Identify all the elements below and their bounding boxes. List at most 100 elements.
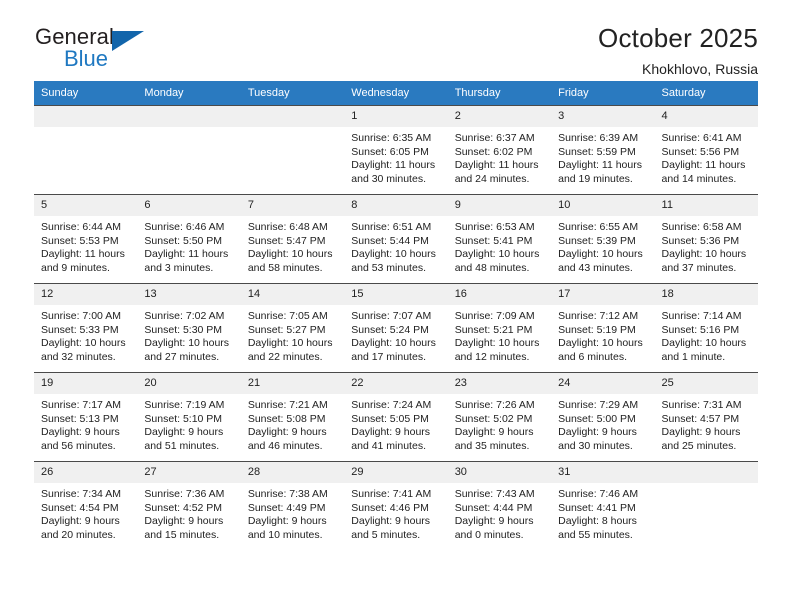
calendar-day-cell[interactable]: 19 Sunrise: 7:17 AM Sunset: 5:13 PM Dayligh…: [34, 372, 138, 462]
sunset-time: Sunset: 4:54 PM: [41, 501, 119, 514]
daylight-duration-line1: Daylight: 10 hours: [247, 248, 333, 261]
calendar-day-cell[interactable]: 20 Sunrise: 7:19 AM Sunset: 5:10 PM Dayligh…: [137, 372, 241, 462]
daylight-duration-line2: and 24 minutes.: [454, 172, 530, 185]
calendar-day-cell[interactable]: 29 Sunrise: 7:41 AM Sunset: 4:46 PM Dayligh…: [344, 461, 448, 551]
sunrise-time: Sunrise: 7:26 AM: [454, 399, 535, 411]
day-cell-content: 19 Sunrise: 7:17 AM Sunset: 5:13 PM Dayligh…: [34, 373, 138, 461]
daylight-duration-line1: Daylight: 9 hours: [351, 426, 431, 439]
location-label: Khokhlovo, Russia: [642, 60, 758, 77]
calendar-day-cell[interactable]: 21 Sunrise: 7:21 AM Sunset: 5:08 PM Dayligh…: [240, 372, 345, 462]
calendar-day-cell[interactable]: 17 Sunrise: 7:12 AM Sunset: 5:19 PM Dayligh…: [551, 283, 655, 373]
calendar-page: General Blue October 2025 Khokhlovo, Rus…: [0, 0, 792, 612]
day-details: Sunrise: 7:02 AM Sunset: 5:30 PM Daylight:…: [137, 305, 240, 364]
calendar-day-cell[interactable]: 10 Sunrise: 6:55 AM Sunset: 5:39 PM Dayligh…: [551, 194, 655, 284]
day-details: Sunrise: 7:05 AM Sunset: 5:27 PM Daylight:…: [241, 305, 344, 364]
day-number: 17: [551, 284, 655, 305]
day-details: Sunrise: 6:41 AM Sunset: 5:56 PM Daylight:…: [655, 127, 758, 186]
sunset-time: Sunset: 5:39 PM: [558, 234, 636, 247]
daylight-duration-line1: Daylight: 10 hours: [144, 337, 230, 350]
sunrise-time: Sunrise: 7:00 AM: [41, 310, 121, 322]
sunrise-time: Sunrise: 6:46 AM: [144, 221, 225, 233]
day-cell-content: 7 Sunrise: 6:48 AM Sunset: 5:47 PM Daylight…: [240, 195, 345, 283]
daylight-duration-line2: and 56 minutes.: [41, 439, 116, 452]
daylight-duration-line2: and 5 minutes.: [351, 528, 421, 541]
calendar-day-cell[interactable]: 3 Sunrise: 6:39 AM Sunset: 5:59 PM Daylight…: [551, 105, 655, 195]
calendar-day-cell[interactable]: 13 Sunrise: 7:02 AM Sunset: 5:30 PM Dayligh…: [137, 283, 241, 373]
sunrise-time: Sunrise: 7:05 AM: [247, 310, 328, 322]
day-number: 29: [344, 462, 448, 483]
sunrise-time: Sunrise: 6:48 AM: [247, 221, 328, 233]
calendar-day-cell[interactable]: 6 Sunrise: 6:46 AM Sunset: 5:50 PM Daylight…: [137, 194, 241, 284]
calendar-day-cell[interactable]: 24 Sunrise: 7:29 AM Sunset: 5:00 PM Dayligh…: [551, 372, 655, 462]
sunset-time: Sunset: 5:53 PM: [41, 234, 119, 247]
calendar-day-cell[interactable]: 1 Sunrise: 6:35 AM Sunset: 6:05 PM Daylight…: [344, 105, 448, 195]
daylight-duration-line2: and 14 minutes.: [661, 172, 737, 185]
day-number: 31: [551, 462, 655, 483]
calendar-day-cell[interactable]: 22 Sunrise: 7:24 AM Sunset: 5:05 PM Dayligh…: [344, 372, 448, 462]
calendar-day-cell[interactable]: 4 Sunrise: 6:41 AM Sunset: 5:56 PM Daylight…: [654, 105, 758, 195]
daylight-duration-line1: Daylight: 9 hours: [41, 426, 120, 439]
calendar-day-cell[interactable]: 9 Sunrise: 6:53 AM Sunset: 5:41 PM Daylight…: [447, 194, 552, 284]
daylight-duration-line1: Daylight: 9 hours: [41, 515, 120, 528]
day-details: Sunrise: 6:48 AM Sunset: 5:47 PM Daylight:…: [241, 216, 344, 275]
day-number: 2: [447, 106, 552, 127]
daylight-duration-line1: Daylight: 10 hours: [454, 248, 540, 261]
calendar-day-cell[interactable]: 18 Sunrise: 7:14 AM Sunset: 5:16 PM Dayligh…: [654, 283, 758, 373]
daylight-duration-line2: and 41 minutes.: [351, 439, 426, 452]
sunrise-time: Sunrise: 7:07 AM: [351, 310, 432, 322]
sunset-time: Sunset: 4:46 PM: [351, 501, 429, 514]
sunrise-time: Sunrise: 6:39 AM: [558, 132, 639, 144]
day-details: Sunrise: 7:43 AM Sunset: 4:44 PM Daylight:…: [448, 483, 551, 542]
day-details: Sunrise: 7:26 AM Sunset: 5:02 PM Daylight:…: [448, 394, 551, 453]
sunset-time: Sunset: 4:52 PM: [144, 501, 223, 514]
calendar-day-cell[interactable]: 27 Sunrise: 7:36 AM Sunset: 4:52 PM Dayligh…: [137, 461, 241, 551]
triangle-icon: [112, 31, 144, 51]
calendar-day-cell[interactable]: 31 Sunrise: 7:46 AM Sunset: 4:41 PM Dayligh…: [551, 461, 655, 551]
sunrise-time: Sunrise: 7:02 AM: [144, 310, 225, 322]
day-details: Sunrise: 7:41 AM Sunset: 4:46 PM Daylight:…: [344, 483, 447, 542]
calendar-week-row: 5 Sunrise: 6:44 AM Sunset: 5:53 PM Daylight…: [34, 194, 758, 284]
daylight-duration-line1: Daylight: 10 hours: [247, 337, 333, 350]
calendar-day-cell[interactable]: 28 Sunrise: 7:38 AM Sunset: 4:49 PM Dayligh…: [240, 461, 345, 551]
calendar-day-cell[interactable]: 15 Sunrise: 7:07 AM Sunset: 5:24 PM Dayligh…: [344, 283, 448, 373]
sunset-time: Sunset: 5:41 PM: [454, 234, 533, 247]
day-cell-content: [34, 106, 138, 194]
day-details: Sunrise: 7:46 AM Sunset: 4:41 PM Daylight:…: [551, 483, 654, 542]
day-cell-content: 22 Sunrise: 7:24 AM Sunset: 5:05 PM Dayligh…: [344, 373, 448, 461]
daylight-duration-line2: and 43 minutes.: [558, 261, 633, 274]
day-number: 26: [34, 462, 138, 483]
daylight-duration-line2: and 53 minutes.: [351, 261, 426, 274]
calendar-day-cell[interactable]: 12 Sunrise: 7:00 AM Sunset: 5:33 PM Dayligh…: [34, 283, 138, 373]
sunrise-time: Sunrise: 6:58 AM: [661, 221, 742, 233]
calendar-day-cell[interactable]: 2 Sunrise: 6:37 AM Sunset: 6:02 PM Daylight…: [447, 105, 552, 195]
day-cell-content: 13 Sunrise: 7:02 AM Sunset: 5:30 PM Dayligh…: [137, 284, 241, 372]
day-details: Sunrise: 7:09 AM Sunset: 5:21 PM Daylight:…: [448, 305, 551, 364]
daylight-duration-line1: Daylight: 11 hours: [558, 159, 642, 172]
day-number: 6: [137, 195, 241, 216]
day-number: 14: [240, 284, 345, 305]
calendar-day-cell[interactable]: 16 Sunrise: 7:09 AM Sunset: 5:21 PM Dayligh…: [447, 283, 552, 373]
day-cell-content: 9 Sunrise: 6:53 AM Sunset: 5:41 PM Daylight…: [447, 195, 552, 283]
daylight-duration-line2: and 3 minutes.: [144, 261, 214, 274]
calendar-day-cell[interactable]: 25 Sunrise: 7:31 AM Sunset: 4:57 PM Dayligh…: [654, 372, 758, 462]
daylight-duration-line2: and 10 minutes.: [247, 528, 323, 541]
day-number: 18: [654, 284, 758, 305]
calendar-day-cell[interactable]: 14 Sunrise: 7:05 AM Sunset: 5:27 PM Dayligh…: [240, 283, 345, 373]
calendar-day-cell[interactable]: 7 Sunrise: 6:48 AM Sunset: 5:47 PM Daylight…: [240, 194, 345, 284]
daylight-duration-line2: and 32 minutes.: [41, 350, 116, 363]
day-details: Sunrise: 6:51 AM Sunset: 5:44 PM Daylight:…: [344, 216, 447, 275]
sunrise-time: Sunrise: 6:44 AM: [41, 221, 121, 233]
day-number: [654, 462, 758, 483]
calendar-day-cell[interactable]: 30 Sunrise: 7:43 AM Sunset: 4:44 PM Dayligh…: [447, 461, 552, 551]
day-number: 12: [34, 284, 138, 305]
day-details: [34, 127, 137, 132]
day-cell-content: 11 Sunrise: 6:58 AM Sunset: 5:36 PM Dayligh…: [654, 195, 758, 283]
calendar-day-cell[interactable]: 11 Sunrise: 6:58 AM Sunset: 5:36 PM Dayligh…: [654, 194, 758, 284]
calendar-day-cell[interactable]: 23 Sunrise: 7:26 AM Sunset: 5:02 PM Dayligh…: [447, 372, 552, 462]
calendar-week-row: 19 Sunrise: 7:17 AM Sunset: 5:13 PM Dayligh…: [34, 372, 758, 462]
calendar-day-cell[interactable]: 8 Sunrise: 6:51 AM Sunset: 5:44 PM Daylight…: [344, 194, 448, 284]
sunset-time: Sunset: 5:27 PM: [247, 323, 326, 336]
calendar-day-cell[interactable]: 5 Sunrise: 6:44 AM Sunset: 5:53 PM Daylight…: [34, 194, 138, 284]
title-block: October 2025 Khokhlovo, Russia: [598, 22, 758, 77]
calendar-day-cell[interactable]: 26 Sunrise: 7:34 AM Sunset: 4:54 PM Dayligh…: [34, 461, 138, 551]
